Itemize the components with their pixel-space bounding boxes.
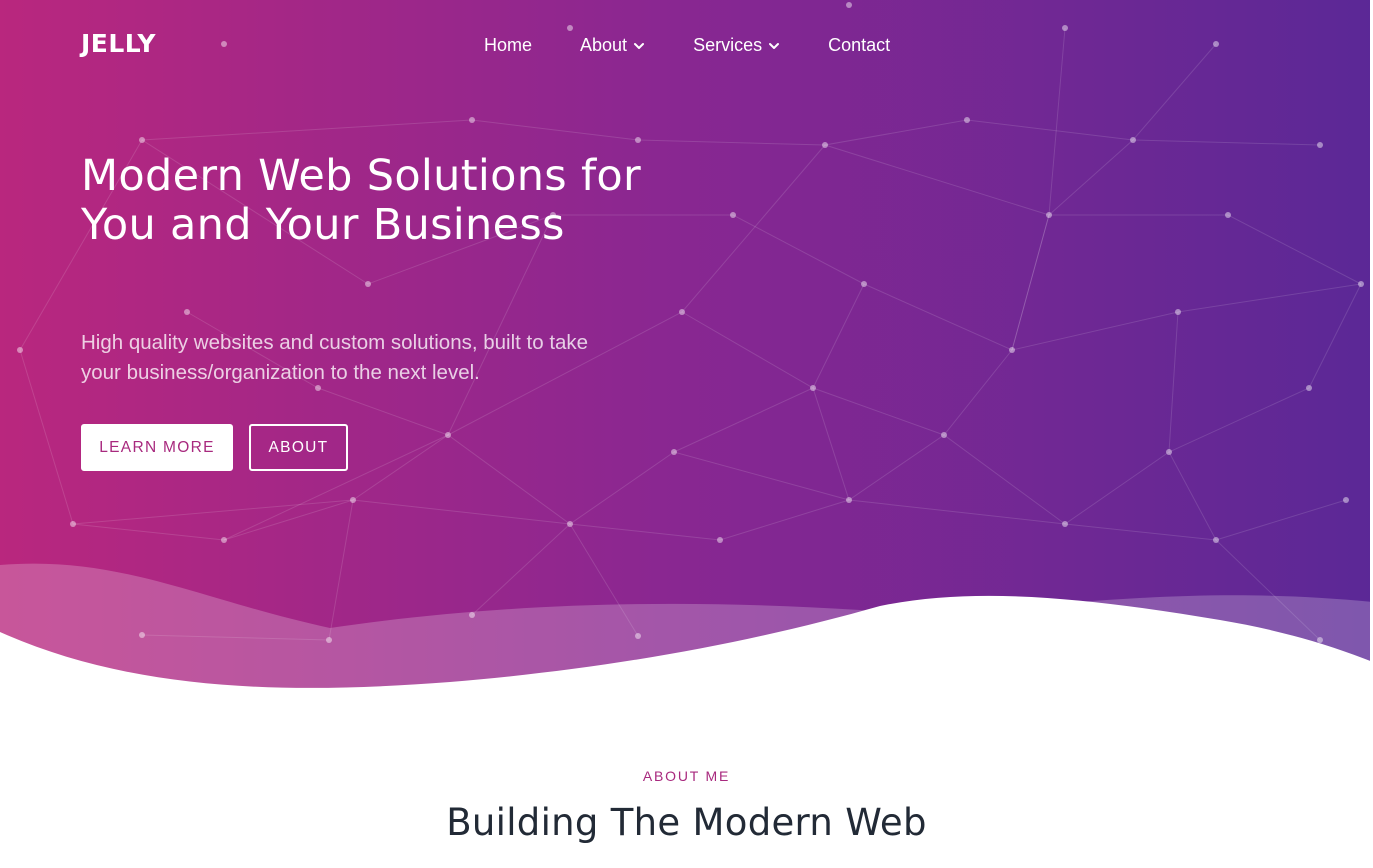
nav-item-label: Services	[693, 35, 763, 55]
navbar: JELLY Home About Services Contact	[0, 0, 1373, 90]
nav-item-label: Contact	[828, 35, 891, 55]
chevron-down-icon	[634, 43, 645, 49]
about-button[interactable]: ABOUT	[249, 424, 348, 471]
nav-item-home[interactable]: Home	[484, 33, 532, 57]
nav-item-contact[interactable]: Contact	[828, 33, 890, 57]
nav-item-label: About	[580, 35, 628, 55]
chevron-down-icon	[769, 43, 780, 49]
nav-menu: Home About Services Contact	[484, 33, 890, 57]
hero-title: Modern Web Solutions for You and Your Bu…	[81, 151, 641, 250]
about-eyebrow: ABOUT ME	[642, 768, 731, 784]
nav-item-about[interactable]: About	[580, 33, 645, 57]
site-logo[interactable]: JELLY	[81, 29, 156, 59]
hero-subtitle: High quality websites and custom solutio…	[81, 331, 589, 384]
nav-item-label: Home	[484, 35, 533, 55]
hero-section: JELLY Home About Services Contact Modern…	[0, 0, 1373, 700]
nav-item-services[interactable]: Services	[693, 33, 780, 57]
learn-more-button[interactable]: LEARN MORE	[81, 424, 233, 471]
about-heading: Building The Modern Web	[446, 801, 927, 844]
